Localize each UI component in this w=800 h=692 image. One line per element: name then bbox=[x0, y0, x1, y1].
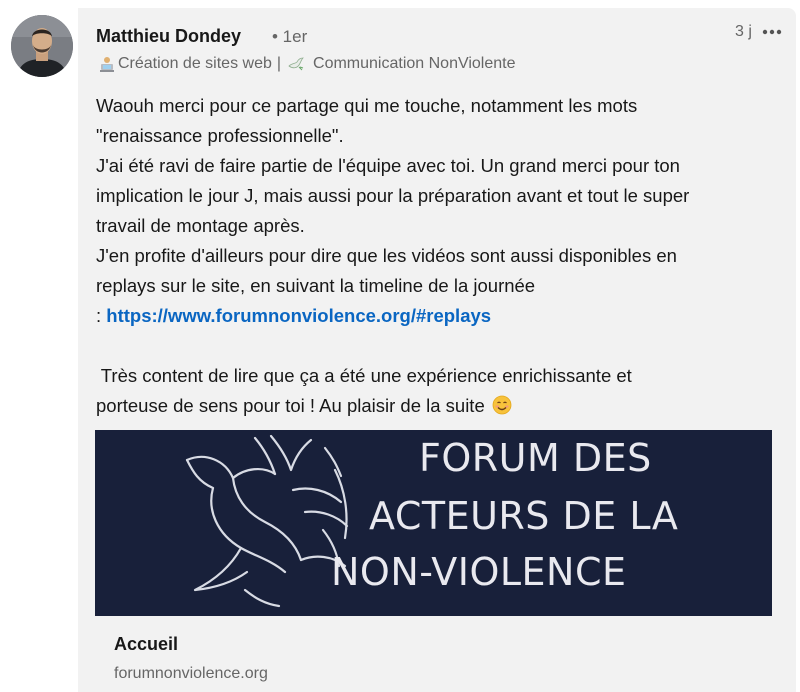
comment-text: Waouh merci pour ce partage qui me touch… bbox=[96, 91, 786, 421]
comment-timestamp: 3 j bbox=[735, 23, 752, 40]
headline-separator: | bbox=[276, 55, 282, 72]
comment-line: J'ai été ravi de faire partie de l'équip… bbox=[96, 155, 680, 176]
comment-line: Waouh merci pour ce partage qui me touch… bbox=[96, 95, 638, 116]
closing-text: porteuse de sens pour toi ! Au plaisir d… bbox=[96, 395, 485, 416]
ellipsis-icon bbox=[762, 29, 782, 35]
headline-part-2: Communication NonViolente bbox=[313, 55, 516, 72]
connection-degree: • 1er bbox=[272, 27, 308, 46]
replays-link[interactable]: https://www.forumnonviolence.org/#replay… bbox=[106, 305, 491, 326]
link-preview-title[interactable]: Accueil bbox=[114, 634, 178, 655]
comment-line: Très content de lire que ça a été une ex… bbox=[96, 365, 632, 386]
comment-line-with-emoji: porteuse de sens pour toi ! Au plaisir d… bbox=[96, 391, 786, 421]
link-prefix: : bbox=[96, 305, 107, 326]
image-text-line-2: ACTEURS DE LA bbox=[369, 494, 679, 538]
headline-part-1: Création de sites web bbox=[118, 55, 272, 72]
smiling-face-emoji-icon bbox=[492, 394, 512, 415]
dove-icon bbox=[287, 55, 305, 73]
link-preview-domain: forumnonviolence.org bbox=[114, 665, 268, 682]
comment-line: replays sur le site, en suivant la timel… bbox=[96, 275, 536, 296]
author-headline: Création de sites web | Communication No… bbox=[98, 55, 516, 73]
comment-line: implication le jour J, mais aussi pour l… bbox=[96, 185, 690, 206]
link-preview-footer: Accueil forumnonviolence.org bbox=[95, 616, 772, 692]
link-preview-card[interactable]: FORUM DES ACTEURS DE LA NON-VIOLENCE Acc… bbox=[95, 430, 772, 692]
comment-link-line: : https://www.forumnonviolence.org/#repl… bbox=[96, 301, 786, 331]
more-options-button[interactable] bbox=[758, 22, 786, 42]
author-avatar[interactable] bbox=[11, 15, 73, 77]
comment-bubble: Matthieu Dondey • 1er Création de sites … bbox=[78, 8, 796, 692]
comment-line: travail de montage après. bbox=[96, 215, 305, 236]
image-text-line-1: FORUM DES bbox=[419, 436, 652, 480]
link-preview-image: FORUM DES ACTEURS DE LA NON-VIOLENCE bbox=[95, 430, 772, 616]
image-text-line-3: NON-VIOLENCE bbox=[331, 550, 627, 594]
comment-line: J'en profite d'ailleurs pour dire que le… bbox=[96, 245, 677, 266]
computer-user-icon bbox=[98, 55, 116, 73]
comment-line: "renaissance professionnelle". bbox=[96, 125, 344, 146]
author-name[interactable]: Matthieu Dondey bbox=[96, 26, 241, 47]
